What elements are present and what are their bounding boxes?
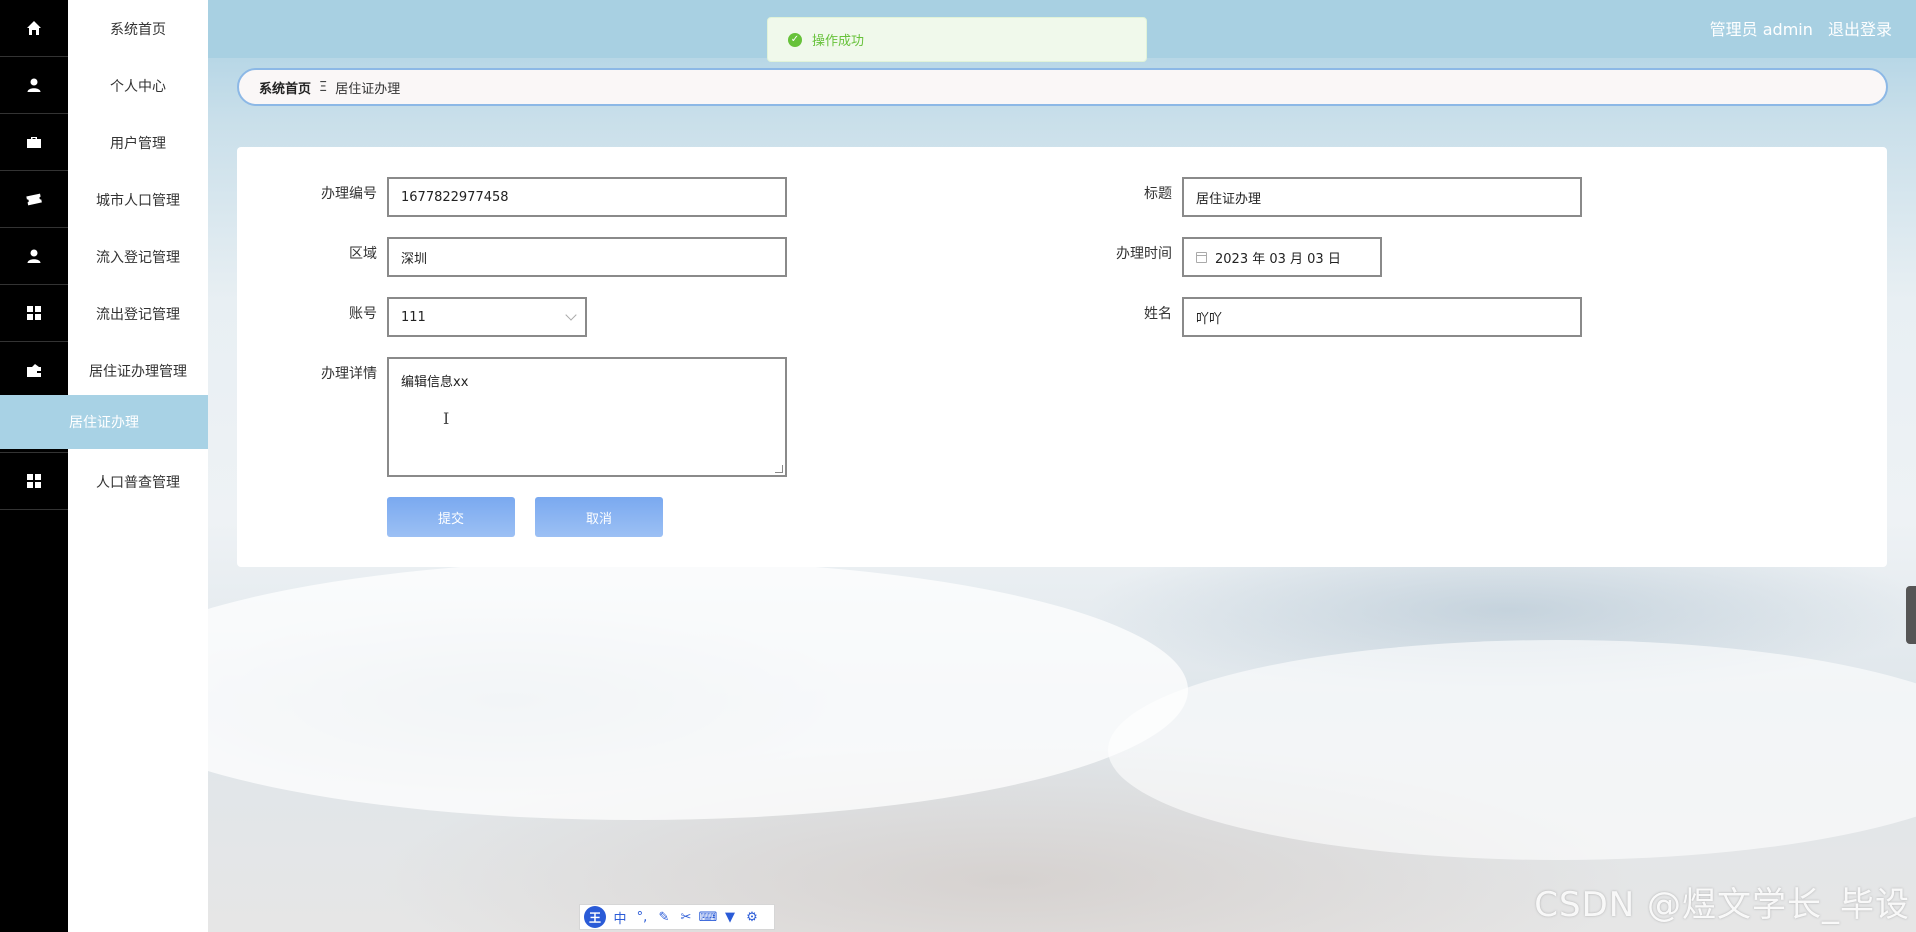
keyboard-icon[interactable]: ⌨ xyxy=(699,909,718,925)
user-info: 管理员 admin 退出登录 xyxy=(1700,16,1892,40)
chevron-down-icon xyxy=(565,309,577,321)
check-circle-icon: ✓ xyxy=(788,32,802,47)
quyu-label: 区域 xyxy=(349,246,377,262)
biaoti-input[interactable]: 居住证办理 xyxy=(1182,177,1582,217)
date-picker[interactable]: 2023 年 03 月 03 日 xyxy=(1182,237,1382,277)
xiangqing-label: 办理详情 xyxy=(321,366,377,382)
main-content: 管理员 admin 退出登录 ✓ 操作成功 系统首页 Ξ 居住证办理 办理编号 … xyxy=(208,0,1916,932)
briefcase-icon[interactable] xyxy=(0,114,68,171)
ime-logo-icon[interactable]: 王 xyxy=(584,906,606,928)
scissors-icon[interactable]: ✂ xyxy=(678,909,694,925)
xingming-input[interactable]: 吖吖 xyxy=(1182,297,1582,337)
bianhao-input[interactable]: 1677822977458 xyxy=(387,177,787,217)
background-snow xyxy=(1108,640,1916,860)
biaoti-label: 标题 xyxy=(1144,186,1172,202)
breadcrumb-separator-icon: Ξ xyxy=(319,79,328,95)
admin-label: 管理员 admin xyxy=(1709,20,1813,39)
grid-icon[interactable] xyxy=(0,285,68,342)
zhanghao-label: 账号 xyxy=(349,306,377,322)
punctuation-icon[interactable]: °, xyxy=(634,909,650,925)
toast-message: 操作成功 xyxy=(812,34,865,49)
home-icon[interactable] xyxy=(0,0,68,57)
calendar-icon xyxy=(1196,251,1207,263)
resize-handle[interactable] xyxy=(775,465,783,473)
form-card: 办理编号 1677822977458 标题 居住证办理 区域 深圳 办理时间 2… xyxy=(237,147,1887,567)
text-cursor-icon: I xyxy=(443,409,450,428)
bianhao-value: 1677822977458 xyxy=(401,189,509,205)
background-snow xyxy=(208,560,1188,820)
ime-mode-button[interactable]: 中 xyxy=(612,909,628,927)
ime-toolbar: 王 中 °, ✎ ✂ ⌨ ▼ ⚙ xyxy=(579,904,775,930)
ticket-icon[interactable] xyxy=(0,171,68,228)
shijian-value: 2023 年 03 月 03 日 xyxy=(1215,251,1341,267)
user-icon[interactable] xyxy=(0,228,68,285)
sidebar-item-census[interactable]: 人口普查管理 xyxy=(68,453,208,510)
zhanghao-value: 111 xyxy=(401,309,426,325)
grid-icon[interactable] xyxy=(0,453,68,510)
sidebar-item-inflow[interactable]: 流入登记管理 xyxy=(68,228,208,285)
breadcrumb-home[interactable]: 系统首页 xyxy=(259,78,311,97)
sidebar-icon-rail xyxy=(0,0,68,932)
sidebar-item-city-population[interactable]: 城市人口管理 xyxy=(68,171,208,228)
sidebar-item-home[interactable]: 系统首页 xyxy=(68,0,208,57)
quyu-input[interactable]: 深圳 xyxy=(387,237,787,277)
xingming-label: 姓名 xyxy=(1144,306,1172,322)
shijian-label: 办理时间 xyxy=(1116,246,1172,262)
skin-icon[interactable]: ▼ xyxy=(722,909,738,925)
user-icon[interactable] xyxy=(0,57,68,114)
wallet-icon[interactable] xyxy=(0,342,68,399)
logout-link[interactable]: 退出登录 xyxy=(1828,20,1892,39)
sidebar-item-outflow[interactable]: 流出登记管理 xyxy=(68,285,208,342)
cancel-button[interactable]: 取消 xyxy=(535,497,663,537)
xingming-value: 吖吖 xyxy=(1196,311,1223,327)
zhanghao-select[interactable]: 111 xyxy=(387,297,587,337)
breadcrumb: 系统首页 Ξ 居住证办理 xyxy=(237,68,1888,106)
quyu-value: 深圳 xyxy=(401,251,428,267)
success-toast: ✓ 操作成功 xyxy=(767,17,1147,62)
side-panel-handle[interactable] xyxy=(1906,586,1916,644)
sidebar-item-profile[interactable]: 个人中心 xyxy=(68,57,208,114)
sidebar-item-residence-permit[interactable]: 居住证办理管理 xyxy=(68,342,208,399)
biaoti-value: 居住证办理 xyxy=(1196,191,1262,207)
bianhao-label: 办理编号 xyxy=(321,186,377,202)
submit-button[interactable]: 提交 xyxy=(387,497,515,537)
pen-icon[interactable]: ✎ xyxy=(656,909,672,925)
sidebar-subitem-residence-permit-active[interactable]: 居住证办理 xyxy=(0,395,208,449)
xiangqing-value: 编辑信息xx xyxy=(401,375,469,390)
sidebar-menu: 系统首页 个人中心 用户管理 城市人口管理 流入登记管理 流出登记管理 居住证办… xyxy=(0,0,208,932)
breadcrumb-current: 居住证办理 xyxy=(335,81,401,97)
watermark: CSDN @煜文学长_毕设 xyxy=(1534,885,1910,925)
gear-icon[interactable]: ⚙ xyxy=(744,909,760,925)
sidebar-item-users[interactable]: 用户管理 xyxy=(68,114,208,171)
